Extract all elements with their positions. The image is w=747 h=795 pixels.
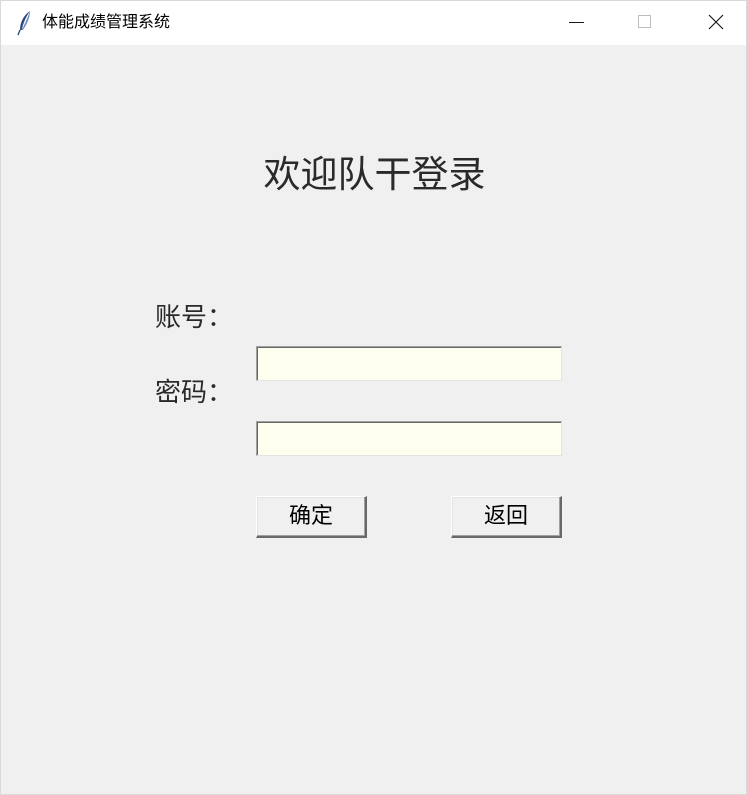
close-icon: [708, 14, 724, 30]
back-button[interactable]: 返回: [451, 496, 562, 538]
close-button[interactable]: [693, 1, 739, 45]
account-input[interactable]: [256, 346, 562, 381]
minimize-button[interactable]: [553, 1, 599, 45]
minimize-icon: [569, 22, 584, 23]
password-label: 密码：: [155, 378, 234, 408]
confirm-button[interactable]: 确定: [256, 496, 367, 538]
window-title: 体能成绩管理系统: [42, 12, 171, 31]
page-title: 欢迎队干登录: [263, 153, 486, 196]
app-window: 体能成绩管理系统 欢迎队干登录 账号： 密码： 确定 返回: [0, 0, 747, 795]
maximize-button[interactable]: [622, 1, 668, 45]
feather-icon: [17, 11, 30, 36]
password-input[interactable]: [256, 421, 562, 456]
maximize-icon: [638, 15, 651, 28]
title-bar[interactable]: 体能成绩管理系统: [1, 1, 746, 45]
account-label: 账号：: [155, 303, 234, 333]
